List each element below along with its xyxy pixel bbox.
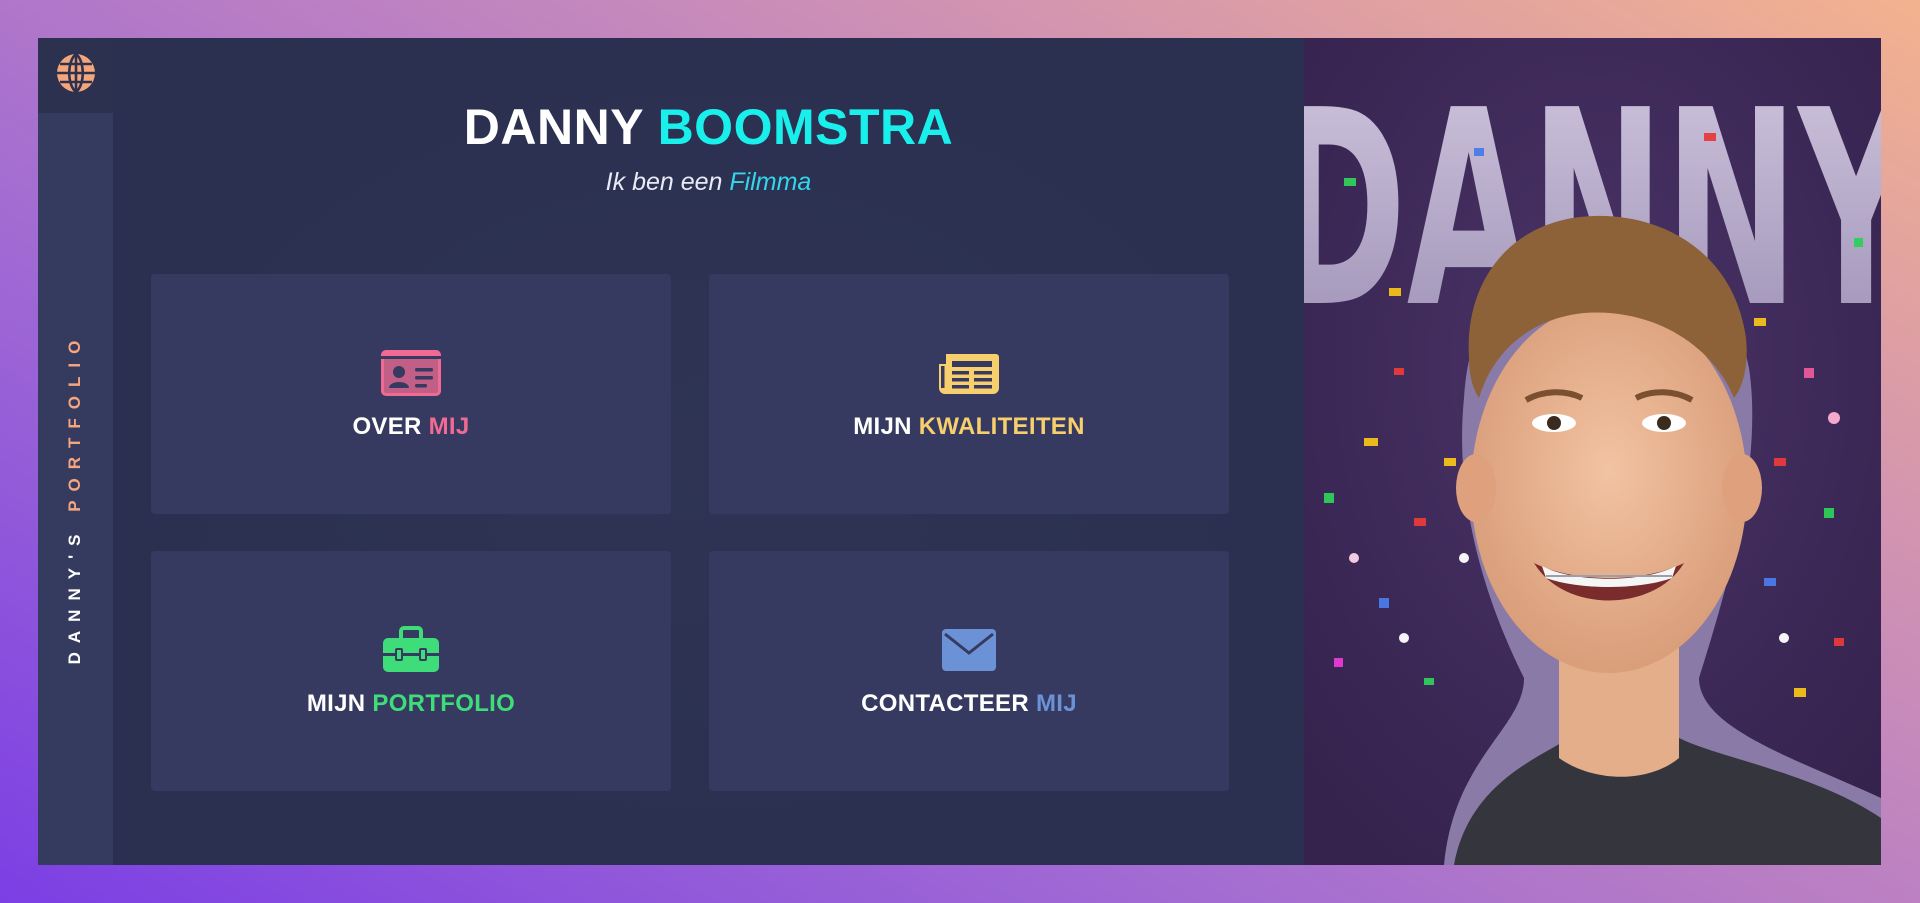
sidebar-label-accent: PORTFOLIO — [65, 331, 84, 512]
card-label-accent: KWALITEITEN — [918, 413, 1085, 440]
card-over-mij[interactable]: OVER MIJ — [151, 274, 671, 514]
sidebar: DANNY'S PORTFOLIO — [38, 38, 113, 865]
card-label-main: MIJN — [306, 690, 366, 717]
card-label: MIJN PORTFOLIO — [307, 690, 515, 718]
title-last-name: BOOMSTRA — [657, 99, 954, 155]
card-label-main: MIJN — [853, 413, 912, 440]
card-label: MIJN KWALITEITEN — [853, 413, 1084, 441]
newspaper-icon — [937, 347, 1001, 399]
card-label-accent: MIJ — [1035, 690, 1077, 717]
sidebar-vertical-label: DANNY'S PORTFOLIO — [65, 332, 85, 665]
card-label-main: CONTACTEER — [861, 690, 1029, 717]
card-label-accent: MIJ — [428, 413, 470, 440]
id-card-icon — [379, 347, 443, 399]
app-frame: DANNY'S PORTFOLIO DANNY BOOMSTRA Ik ben … — [38, 38, 1881, 865]
sidebar-label-main: DANNY'S — [65, 525, 84, 665]
title-first-name: DANNY — [463, 99, 644, 155]
profile-photo-illustration: DANNY — [1304, 38, 1881, 865]
page-title: DANNY BOOMSTRA — [113, 98, 1304, 156]
card-mijn-portfolio[interactable]: MIJN PORTFOLIO — [151, 551, 671, 791]
card-label: CONTACTEER MIJ — [861, 690, 1077, 718]
envelope-icon — [937, 624, 1001, 676]
subtitle-typed-word: Filmma — [729, 168, 812, 196]
card-mijn-kwaliteiten[interactable]: MIJN KWALITEITEN — [709, 274, 1229, 514]
subtitle-prefix: Ik ben een — [605, 168, 723, 196]
card-label-main: OVER — [352, 413, 422, 440]
language-switcher[interactable] — [38, 38, 113, 113]
card-label-accent: PORTFOLIO — [372, 690, 516, 717]
toolbox-icon — [379, 624, 443, 676]
page-subtitle: Ik ben een Filmma — [113, 168, 1304, 197]
profile-photo: DANNY — [1304, 38, 1881, 865]
main-content: DANNY BOOMSTRA Ik ben een Filmma OVER MI… — [113, 38, 1304, 865]
card-label: OVER MIJ — [352, 413, 469, 441]
card-contacteer-mij[interactable]: CONTACTEER MIJ — [709, 551, 1229, 791]
globe-icon[interactable] — [56, 52, 96, 98]
header: DANNY BOOMSTRA Ik ben een Filmma — [113, 98, 1304, 197]
